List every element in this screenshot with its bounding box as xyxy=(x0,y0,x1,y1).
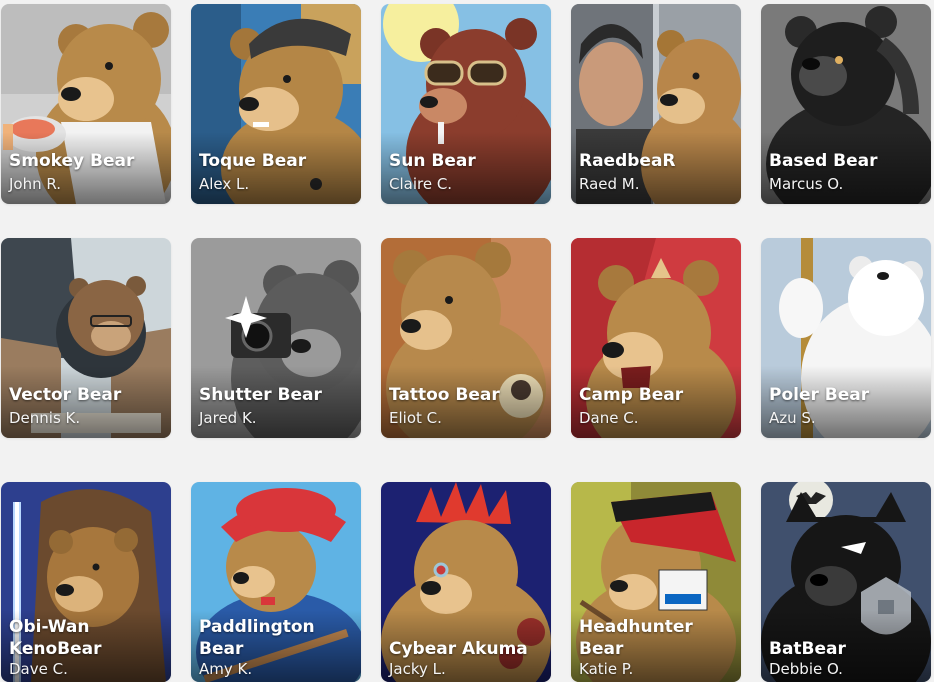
bear-name: BatBear xyxy=(769,639,846,659)
bear-card-sun-bear[interactable]: Sun Bear Claire C. xyxy=(381,4,551,204)
bear-author: Alex L. xyxy=(199,175,250,193)
bear-card-camp-bear[interactable]: Camp Bear Dane C. xyxy=(571,238,741,438)
bear-card-batbear[interactable]: BatBear Debbie O. xyxy=(761,482,931,682)
bear-name: Camp Bear xyxy=(579,385,684,405)
bear-author: Jacky L. xyxy=(389,660,446,678)
bear-name: Vector Bear xyxy=(9,385,122,405)
bear-card-vector-bear[interactable]: Vector Bear Dennis K. xyxy=(1,238,171,438)
bear-author: Amy K. xyxy=(199,660,253,678)
bear-author: John R. xyxy=(9,175,62,193)
bear-card-raedbear[interactable]: RaedbeaR Raed M. xyxy=(571,4,741,204)
bear-author: Dane C. xyxy=(579,409,639,427)
bear-author: Marcus O. xyxy=(769,175,844,193)
bear-name: Headhunter Bear xyxy=(579,617,693,659)
bear-author: Eliot C. xyxy=(389,409,442,427)
bear-name: Obi-Wan KenoBear xyxy=(9,617,102,659)
bear-author: Katie P. xyxy=(579,660,634,678)
bear-card-headhunter-bear[interactable]: Headhunter Bear Katie P. xyxy=(571,482,741,682)
bear-card-poler-bear[interactable]: Poler Bear Azu S. xyxy=(761,238,931,438)
bear-card-smokey-bear[interactable]: Smokey Bear John R. xyxy=(1,4,171,204)
bear-card-based-bear[interactable]: Based Bear Marcus O. xyxy=(761,4,931,204)
bear-name: Tattoo Bear xyxy=(389,385,500,405)
bear-author: Azu S. xyxy=(769,409,816,427)
bear-card-cybear-akuma[interactable]: Cybear Akuma Jacky L. xyxy=(381,482,551,682)
bear-name: Based Bear xyxy=(769,151,878,171)
bear-author: Jared K. xyxy=(199,409,257,427)
bear-author: Raed M. xyxy=(579,175,640,193)
bear-name: Poler Bear xyxy=(769,385,870,405)
bear-card-toque-bear[interactable]: Toque Bear Alex L. xyxy=(191,4,361,204)
bear-card-paddlington-bear[interactable]: Paddlington Bear Amy K. xyxy=(191,482,361,682)
bear-card-shutter-bear[interactable]: Shutter Bear Jared K. xyxy=(191,238,361,438)
bear-name: Sun Bear xyxy=(389,151,476,171)
bear-card-tattoo-bear[interactable]: Tattoo Bear Eliot C. xyxy=(381,238,551,438)
bear-author: Claire C. xyxy=(389,175,453,193)
bear-author: Dave C. xyxy=(9,660,68,678)
bear-author: Dennis K. xyxy=(9,409,81,427)
bear-name: Toque Bear xyxy=(199,151,307,171)
bear-gallery: Smokey Bear John R. Toque Bear Alex L. S… xyxy=(0,0,934,682)
bear-card-obi-wan-kenobear[interactable]: Obi-Wan KenoBear Dave C. xyxy=(1,482,171,682)
bear-name: Shutter Bear xyxy=(199,385,322,405)
bear-name: Cybear Akuma xyxy=(389,639,528,659)
bear-name: Smokey Bear xyxy=(9,151,135,171)
bear-name: Paddlington Bear xyxy=(199,617,315,659)
bear-name: RaedbeaR xyxy=(579,151,676,171)
bear-author: Debbie O. xyxy=(769,660,843,678)
